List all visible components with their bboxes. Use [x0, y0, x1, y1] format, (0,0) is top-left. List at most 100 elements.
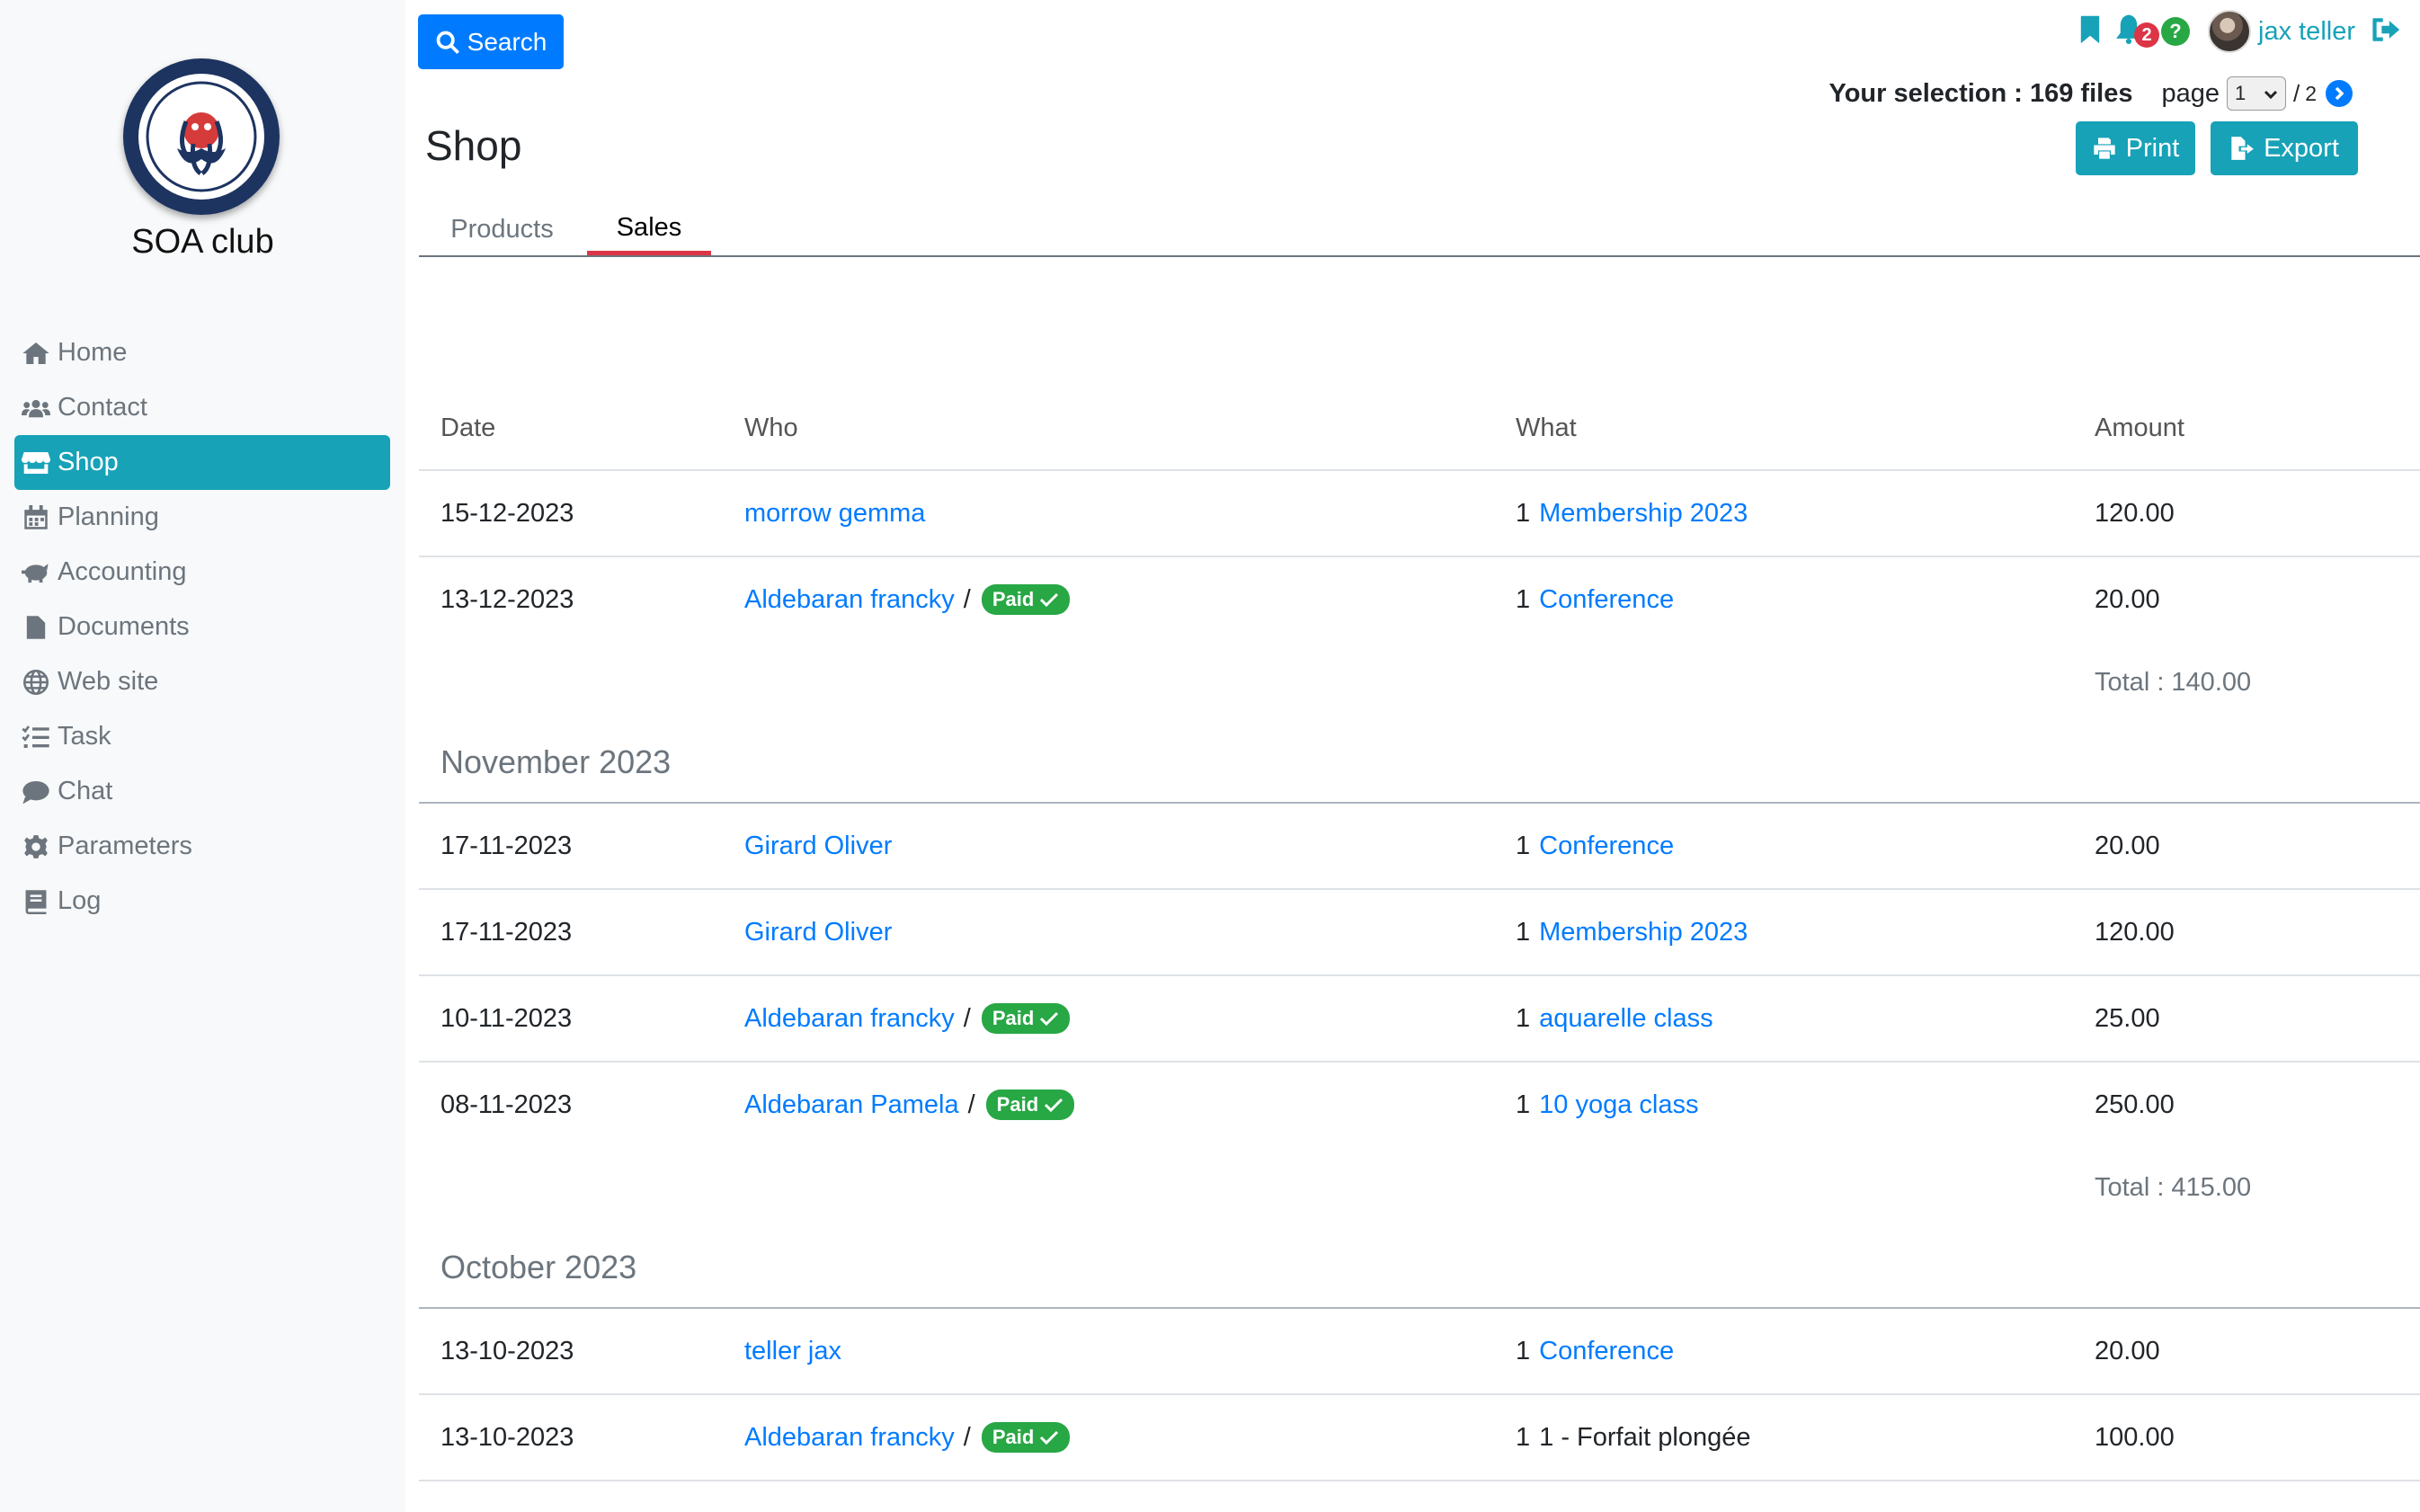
- sidebar-item-label: Contact: [58, 393, 147, 422]
- search-button[interactable]: Search: [418, 14, 564, 69]
- sidebar-item-planning[interactable]: Planning: [14, 490, 390, 545]
- quantity: 1: [1516, 1422, 1531, 1452]
- customer-link[interactable]: morrow gemma: [744, 499, 925, 529]
- page-title: Shop: [425, 122, 522, 169]
- column-header-who[interactable]: Who: [744, 387, 798, 469]
- customer-link[interactable]: Girard Oliver: [744, 832, 892, 861]
- check-icon: [1040, 1011, 1059, 1027]
- book-icon: [22, 888, 58, 915]
- product-link[interactable]: 10 yoga class: [1539, 1090, 1698, 1120]
- table-row[interactable]: 10-11-2023 Aldebaran francky / Paid 1 aquar…: [419, 976, 2420, 1063]
- sidebar-item-chat[interactable]: Chat: [14, 764, 390, 819]
- piggy-bank-icon: [22, 559, 58, 586]
- sidebar-item-parameters[interactable]: Parameters: [14, 819, 390, 874]
- club-logo[interactable]: [123, 58, 280, 215]
- month-label: October 2023: [440, 1249, 637, 1285]
- bookmark-icon[interactable]: [2078, 14, 2102, 49]
- quantity: 1: [1516, 498, 1531, 528]
- notification-count-badge: 2: [2134, 22, 2159, 48]
- next-page-icon[interactable]: [2326, 80, 2353, 107]
- column-header-amount[interactable]: Amount: [2095, 387, 2184, 469]
- avatar[interactable]: [2208, 10, 2251, 53]
- sale-amount: 20.00: [2095, 831, 2160, 860]
- sidebar-item-log[interactable]: Log: [14, 874, 390, 929]
- export-button-label: Export: [2264, 133, 2339, 163]
- sidebar-item-contact[interactable]: Contact: [14, 380, 390, 435]
- sale-date: 17-11-2023: [440, 831, 573, 860]
- customer-link[interactable]: teller jax: [744, 1337, 841, 1366]
- product-link[interactable]: aquarelle class: [1539, 1004, 1713, 1034]
- paid-label: Paid: [996, 1093, 1039, 1116]
- quantity: 1: [1516, 1336, 1531, 1365]
- username-link[interactable]: jax teller: [2258, 17, 2355, 47]
- sale-date: 10-11-2023: [440, 1003, 573, 1033]
- product-link[interactable]: Conference: [1539, 585, 1674, 615]
- notifications-button[interactable]: 2: [2114, 13, 2159, 49]
- list-check-icon: [22, 724, 58, 751]
- who-separator: /: [967, 1090, 975, 1119]
- table-row[interactable]: 15-12-2023 morrow gemma 1 Membership 2023…: [419, 471, 2420, 557]
- product-link[interactable]: Conference: [1539, 832, 1674, 861]
- print-icon: [2094, 138, 2115, 159]
- sale-amount: 120.00: [2095, 498, 2175, 528]
- user-toolbar: 2 ? jax teller: [2078, 9, 2402, 54]
- sale-date: 13-10-2023: [440, 1422, 574, 1452]
- column-header-date[interactable]: Date: [440, 387, 495, 469]
- sidebar-item-label: Accounting: [58, 557, 187, 586]
- column-header-what[interactable]: What: [1516, 387, 1577, 469]
- sidebar-item-home[interactable]: Home: [14, 325, 390, 380]
- customer-link[interactable]: Aldebaran francky: [744, 1423, 955, 1453]
- customer-link[interactable]: Girard Oliver: [744, 918, 892, 947]
- sidebar-item-label: Task: [58, 722, 111, 751]
- tab-sales[interactable]: Sales: [587, 205, 711, 255]
- product-link[interactable]: Conference: [1539, 1337, 1674, 1366]
- sidebar-item-label: Home: [58, 338, 128, 367]
- page-select[interactable]: 1: [2226, 76, 2286, 111]
- sale-date: 08-11-2023: [440, 1090, 573, 1119]
- paid-badge: Paid: [981, 1422, 1071, 1453]
- check-icon: [1040, 592, 1059, 608]
- month-header: November 2023: [419, 723, 2420, 804]
- sidebar: SOA club Home Contact Shop Planning Acco…: [0, 0, 405, 1512]
- quantity: 1: [1516, 917, 1531, 947]
- sidebar-item-label: Chat: [58, 777, 113, 805]
- logout-icon[interactable]: [2371, 16, 2402, 48]
- customer-link[interactable]: Aldebaran francky: [744, 585, 955, 615]
- sale-amount: 100.00: [2095, 1422, 2175, 1452]
- search-button-label: Search: [467, 27, 547, 56]
- help-icon[interactable]: ?: [2161, 17, 2190, 46]
- who-separator: /: [963, 584, 971, 614]
- sidebar-item-website[interactable]: Web site: [14, 654, 390, 709]
- sidebar-item-shop[interactable]: Shop: [14, 435, 390, 490]
- product-link[interactable]: Membership 2023: [1539, 499, 1748, 529]
- tab-products[interactable]: Products: [419, 205, 585, 253]
- customer-link[interactable]: Aldebaran francky: [744, 1004, 955, 1034]
- store-icon: [22, 449, 58, 476]
- sale-date: 13-10-2023: [440, 1336, 574, 1365]
- paid-label: Paid: [992, 1426, 1035, 1448]
- export-button[interactable]: Export: [2211, 121, 2358, 175]
- sidebar-item-label: Parameters: [58, 832, 192, 860]
- sale-date: 13-12-2023: [440, 584, 574, 614]
- quantity: 1: [1516, 584, 1531, 614]
- sidebar-item-task[interactable]: Task: [14, 709, 390, 764]
- table-row[interactable]: 08-11-2023 Aldebaran Pamela / Paid 1 10 yog…: [419, 1063, 2420, 1147]
- sidebar-item-documents[interactable]: Documents: [14, 600, 390, 654]
- product-link[interactable]: Membership 2023: [1539, 918, 1748, 947]
- sidebar-item-label: Planning: [58, 503, 159, 531]
- table-row[interactable]: 17-11-2023 Girard Oliver 1 Conference 20.…: [419, 804, 2420, 890]
- table-row[interactable]: 13-12-2023 Aldebaran francky / Paid 1 Confe…: [419, 557, 2420, 642]
- print-button[interactable]: Print: [2076, 121, 2195, 175]
- table-header: Date Who What Amount: [419, 387, 2420, 471]
- page-separator: /: [2292, 79, 2300, 107]
- export-icon: [2231, 137, 2254, 160]
- table-row[interactable]: 13-10-2023 teller jax 1 Conference 20.00: [419, 1309, 2420, 1395]
- customer-link[interactable]: Aldebaran Pamela: [744, 1090, 959, 1120]
- group-total: Total : 140.00: [2095, 667, 2252, 697]
- table-row[interactable]: 17-11-2023 Girard Oliver 1 Membership 202…: [419, 890, 2420, 976]
- sidebar-item-accounting[interactable]: Accounting: [14, 545, 390, 600]
- month-label: November 2023: [440, 743, 672, 780]
- sale-date: 17-11-2023: [440, 917, 573, 947]
- users-icon: [22, 395, 58, 422]
- table-row[interactable]: 13-10-2023 Aldebaran francky / Paid 1 1 - F…: [419, 1395, 2420, 1481]
